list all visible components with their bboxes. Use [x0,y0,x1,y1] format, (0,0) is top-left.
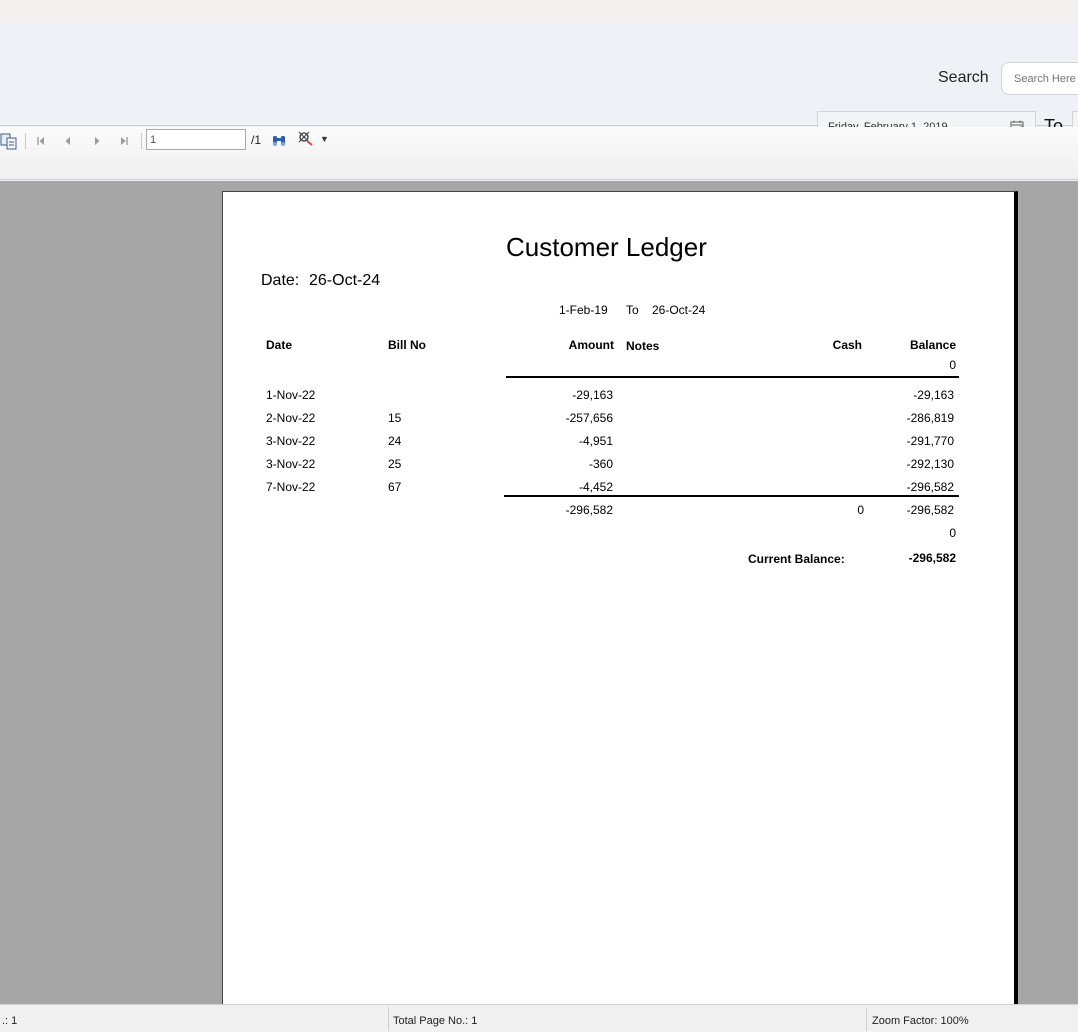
report-title: Customer Ledger [506,232,707,262]
toolbar-separator [141,133,142,149]
search-label: Search [938,69,989,86]
cell-balance: -296,582 [906,480,954,494]
current-balance-value: -296,582 [908,551,956,565]
range-from: 1-Feb-19 [559,303,608,317]
report-toolbar: /1 ▼ [0,127,1078,180]
report-viewer[interactable]: Customer Ledger Date: 26-Oct-24 1-Feb-19… [0,181,1078,1004]
cell-date: 3-Nov-22 [266,434,316,448]
zoom-status: Zoom Factor: 100% [872,1015,969,1027]
chevron-down-icon[interactable]: ▼ [320,134,329,144]
cell-date: 7-Nov-22 [266,480,316,494]
cell-amount: -257,656 [565,411,613,425]
binoculars-icon[interactable] [271,132,287,148]
column-header-amount: Amount [568,338,614,352]
range-to-label: To [626,303,639,317]
cell-amount: -4,951 [578,434,613,448]
column-header-balance: Balance [909,338,956,352]
report-date-value: 26-Oct-24 [309,272,381,289]
cell-balance: -292,130 [906,457,954,471]
previous-page-icon[interactable] [61,134,75,148]
first-page-icon[interactable] [34,134,48,148]
window-top-strip [0,0,1078,24]
cell-date: 1-Nov-22 [266,388,316,402]
status-bar: .: 1 Total Page No.: 1 Zoom Factor: 100% [0,1004,1078,1032]
column-header-cash: Cash [832,338,862,352]
closing-adjustment: 0 [949,526,956,540]
page-number-input[interactable] [146,129,246,150]
toolbar-separator [25,133,26,149]
export-icon[interactable] [0,132,18,150]
page-total-label: /1 [251,133,262,147]
zoom-icon[interactable] [297,131,315,147]
range-to: 26-Oct-24 [652,303,706,317]
cell-bill-no: 25 [388,457,402,471]
header-rule [506,376,959,378]
cell-date: 2-Nov-22 [266,411,316,425]
column-header-notes: Notes [626,339,660,353]
cell-amount: -4,452 [578,480,613,494]
current-balance-label: Current Balance: [748,552,845,566]
opening-balance: 0 [949,358,956,372]
next-page-icon[interactable] [90,134,104,148]
cell-date: 3-Nov-22 [266,457,316,471]
total-page-status: Total Page No.: 1 [393,1015,478,1027]
cell-balance: -29,163 [913,388,954,402]
total-cash: 0 [857,503,864,517]
cell-balance: -286,819 [906,411,954,425]
cell-amount: -29,163 [572,388,613,402]
report-page: Customer Ledger Date: 26-Oct-24 1-Feb-19… [222,191,1018,1004]
report-date-label: Date: [261,272,300,289]
cell-bill-no: 24 [388,434,402,448]
column-header-bill-no: Bill No [388,338,426,352]
cell-bill-no: 67 [388,480,402,494]
total-balance: -296,582 [906,503,954,517]
cell-amount: -360 [588,457,613,471]
status-divider [388,1007,389,1031]
filter-header: Search Friday, February 1, 2019 To [0,24,1078,142]
status-divider [866,1007,867,1031]
totals-rule [504,495,959,497]
cell-bill-no: 15 [388,411,402,425]
search-input[interactable] [1001,62,1078,95]
total-amount: -296,582 [565,503,613,517]
column-header-date: Date [266,338,293,352]
customer-ledger-report: Customer Ledger Date: 26-Oct-24 1-Feb-19… [223,192,1014,1004]
current-page-status: .: 1 [2,1015,18,1027]
cell-balance: -291,770 [906,434,954,448]
last-page-icon[interactable] [117,134,131,148]
